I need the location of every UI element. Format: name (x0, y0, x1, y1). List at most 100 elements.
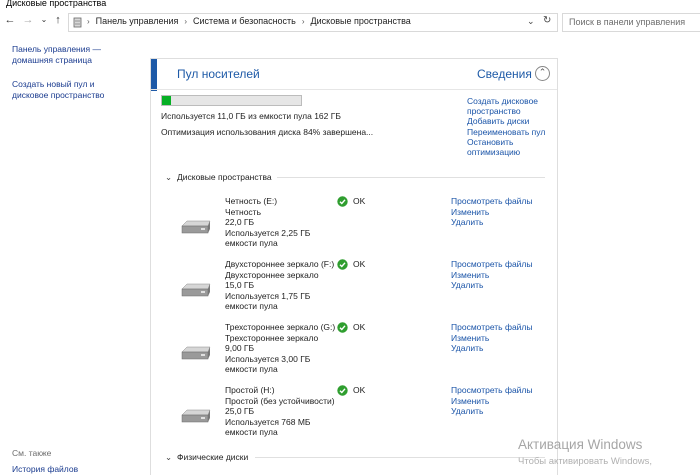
storage-space-type: Трехстороннее зеркало (225, 332, 319, 343)
refresh-icon[interactable]: ↻ (543, 15, 551, 26)
home-link-line1: Панель управления — (12, 44, 101, 54)
rename-pool-link[interactable]: Переименовать пул (467, 127, 545, 137)
storage-space-usage: Используется 2,25 ГБ (225, 227, 311, 238)
delete-link[interactable]: Удалить (451, 217, 483, 227)
create-link-line2: дисковое пространство (12, 90, 105, 100)
recent-dropdown-icon[interactable]: ⌄ (38, 14, 50, 26)
storage-space-drive-icon (181, 346, 211, 360)
view-files-link[interactable]: Просмотреть файлы (451, 322, 533, 332)
collapse-chevron-icon[interactable]: ⌃ (535, 66, 550, 81)
storage-space-name: Четность (E:) (225, 196, 278, 206)
create-space-line1: Создать дисковое (467, 96, 539, 106)
pool-title: Пул носителей (177, 67, 260, 81)
storage-space-size: 15,0 ГБ (225, 280, 255, 290)
stop-optimization-line2: оптимизацию (467, 147, 521, 157)
up-arrow-icon[interactable]: ↑ (52, 14, 64, 26)
storage-space-drive-icon (181, 220, 211, 234)
search-placeholder: Поиск в панели управления (569, 17, 686, 27)
window-title: Дисковые пространства (6, 0, 107, 8)
address-dropdown-icon[interactable]: ⌄ (527, 16, 535, 27)
physical-drives-section-title: Физические диски (177, 452, 249, 462)
ok-check-icon (337, 196, 348, 207)
storage-space-row: Трехстороннее зеркало (G:) Трехстороннее … (151, 322, 557, 382)
storage-space-usage-suffix: емкости пула (225, 364, 278, 374)
ok-check-icon (337, 385, 348, 396)
storage-space-usage-suffix: емкости пула (225, 427, 278, 437)
change-link[interactable]: Изменить (451, 270, 489, 280)
pool-usage-fill (162, 96, 172, 105)
section-divider (277, 177, 545, 178)
breadcrumb: › Панель управления › Система и безопасност… (87, 16, 411, 26)
delete-link[interactable]: Удалить (451, 280, 483, 290)
storage-space-size: 9,00 ГБ (225, 343, 255, 353)
title-bar: Дисковые пространства (0, 0, 700, 10)
view-files-link[interactable]: Просмотреть файлы (451, 259, 533, 269)
storage-space-usage: Используется 768 МБ (225, 416, 311, 427)
storage-space-usage: Используется 3,00 ГБ (225, 353, 311, 364)
back-arrow-icon[interactable]: ← (4, 14, 16, 26)
change-link[interactable]: Изменить (451, 396, 489, 406)
storage-space-type: Простой (без устойчивости) (225, 395, 335, 406)
see-also-label: См. также (12, 448, 52, 458)
home-link-line2: домашняя страница (12, 55, 92, 65)
add-drives-link[interactable]: Добавить диски (467, 116, 529, 126)
activation-watermark-text: Чтобы активировать Windows, (518, 456, 653, 467)
create-link-line1: Создать новый пул и (12, 79, 95, 89)
storage-space-drive-icon (181, 283, 211, 297)
delete-link[interactable]: Удалить (451, 343, 483, 353)
address-bar[interactable]: › Панель управления › Система и безопасност… (68, 13, 558, 32)
chevron-down-icon: ⌄ (165, 172, 173, 182)
view-files-link[interactable]: Просмотреть файлы (451, 385, 533, 395)
breadcrumb-storage-spaces[interactable]: Дисковые пространства (311, 16, 411, 26)
activation-watermark-title: Активация Windows (518, 437, 643, 452)
storage-spaces-section-title: Дисковые пространства (177, 172, 272, 182)
storage-space-status: OK (353, 322, 366, 332)
storage-space-status: OK (353, 196, 366, 206)
change-link[interactable]: Изменить (451, 333, 489, 343)
details-toggle[interactable]: Сведения (477, 67, 532, 81)
control-panel-home-link[interactable]: Панель управления — домашняя страница (12, 44, 101, 66)
storage-space-row: Двухстороннее зеркало (F:) Двухстороннее … (151, 259, 557, 319)
file-history-link[interactable]: История файлов (12, 464, 78, 474)
storage-spaces-section-header[interactable]: ⌄ Дисковые пространства (165, 172, 272, 183)
storage-pool-panel: Пул носителей Сведения ⌃ Используется 11… (150, 58, 558, 475)
breadcrumb-control-panel[interactable]: Панель управления (96, 16, 179, 26)
create-pool-link[interactable]: Создать новый пул и дисковое пространств… (12, 79, 104, 101)
search-input[interactable]: Поиск в панели управления (562, 13, 700, 32)
create-space-link[interactable]: Создать дисковое пространство (467, 96, 538, 116)
storage-space-name: Простой (H:) (225, 385, 275, 395)
pool-usage-text: Используется 11,0 ГБ из емкости пула 162… (161, 111, 341, 121)
create-space-line2: пространство (467, 106, 521, 116)
delete-link[interactable]: Удалить (451, 406, 483, 416)
chevron-down-icon: ⌄ (165, 452, 173, 462)
storage-space-name: Трехстороннее зеркало (G:) (225, 322, 336, 332)
storage-space-size: 22,0 ГБ (225, 217, 255, 227)
ok-check-icon (337, 259, 348, 270)
panel-header: Пул носителей Сведения ⌃ (151, 59, 557, 90)
view-files-link[interactable]: Просмотреть файлы (451, 196, 533, 206)
storage-space-type: Четность (225, 206, 261, 217)
physical-drives-section-header[interactable]: ⌄ Физические диски (165, 452, 248, 463)
storage-space-drive-icon (181, 409, 211, 423)
change-link[interactable]: Изменить (451, 207, 489, 217)
storage-space-row: Четность (E:) Четность 22,0 ГБ Используется… (151, 196, 557, 256)
section-divider (255, 457, 545, 458)
forward-arrow-icon[interactable]: → (22, 14, 34, 26)
stop-optimization-line1: Остановить (467, 137, 514, 147)
navigation-bar: ← → ⌄ ↑ › Панель управления › Система и без… (0, 10, 700, 32)
storage-space-status: OK (353, 259, 366, 269)
storage-space-size: 25,0 ГБ (225, 406, 255, 416)
pool-usage-bar (161, 95, 302, 106)
optimization-status-text: Оптимизация использования диска 84% заве… (161, 127, 374, 137)
storage-space-type: Двухстороннее зеркало (225, 269, 319, 280)
ok-check-icon (337, 322, 348, 333)
stop-optimization-link[interactable]: Остановить оптимизацию (467, 137, 520, 157)
control-panel-icon (73, 17, 82, 28)
storage-space-status: OK (353, 385, 366, 395)
storage-space-usage-suffix: емкости пула (225, 238, 278, 248)
storage-space-usage: Используется 1,75 ГБ (225, 290, 311, 301)
breadcrumb-system-security[interactable]: Система и безопасность (193, 16, 296, 26)
storage-space-usage-suffix: емкости пула (225, 301, 278, 311)
storage-space-row: Простой (H:) Простой (без устойчивости) 25… (151, 385, 557, 445)
storage-space-name: Двухстороннее зеркало (F:) (225, 259, 335, 269)
